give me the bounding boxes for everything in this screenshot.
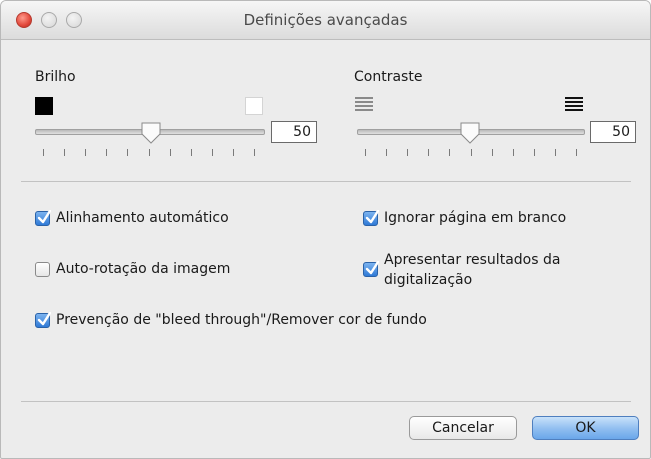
cancel-button[interactable]: Cancelar <box>409 416 517 440</box>
contrast-slider-thumb[interactable] <box>458 121 482 145</box>
window-title: Definições avançadas <box>243 11 408 29</box>
brightness-value-field[interactable]: 50 <box>271 121 317 143</box>
auto-rotate-checkbox[interactable]: Auto-rotação da imagem <box>35 260 230 279</box>
bleed-through-checkbox[interactable]: Prevenção de "bleed through"/Remover cor… <box>35 311 427 330</box>
ignore-blank-checkbox[interactable]: Ignorar página em branco <box>363 209 566 228</box>
checkbox-checked-icon[interactable] <box>35 312 51 328</box>
divider <box>21 401 631 402</box>
show-results-label: Apresentar resultados da digitalização <box>384 250 560 290</box>
brightness-ticks <box>43 149 255 157</box>
ignore-blank-label: Ignorar página em branco <box>384 210 567 226</box>
checkbox-checked-icon[interactable] <box>363 261 379 277</box>
show-results-checkbox[interactable]: Apresentar resultados da digitalização <box>363 250 560 290</box>
auto-align-label: Alinhamento automático <box>56 210 229 226</box>
title-bar: Definições avançadas <box>1 1 650 40</box>
brightness-label: Brilho <box>35 69 76 85</box>
contrast-label: Contraste <box>354 69 423 85</box>
white-square-icon <box>245 97 263 115</box>
contrast-ticks <box>365 149 577 157</box>
bleed-through-label: Prevenção de "bleed through"/Remover cor… <box>56 312 427 328</box>
black-square-icon <box>35 97 53 115</box>
brightness-slider-thumb[interactable] <box>139 121 163 145</box>
show-results-label-line1: Apresentar resultados da <box>384 252 561 268</box>
checkbox-unchecked-icon[interactable] <box>35 262 50 277</box>
auto-align-checkbox[interactable]: Alinhamento automático <box>35 209 229 228</box>
contrast-value-field[interactable]: 50 <box>590 121 636 143</box>
low-contrast-lines-icon <box>355 97 373 113</box>
high-contrast-lines-icon <box>565 97 583 113</box>
ok-button[interactable]: OK <box>532 416 639 440</box>
show-results-label-line2: digitalização <box>384 272 473 288</box>
checkbox-checked-icon[interactable] <box>35 210 51 226</box>
auto-rotate-label: Auto-rotação da imagem <box>56 261 231 277</box>
checkbox-checked-icon[interactable] <box>363 210 379 226</box>
dialog-window: Definições avançadas Brilho 50 Contraste… <box>0 0 651 459</box>
divider <box>21 181 631 182</box>
